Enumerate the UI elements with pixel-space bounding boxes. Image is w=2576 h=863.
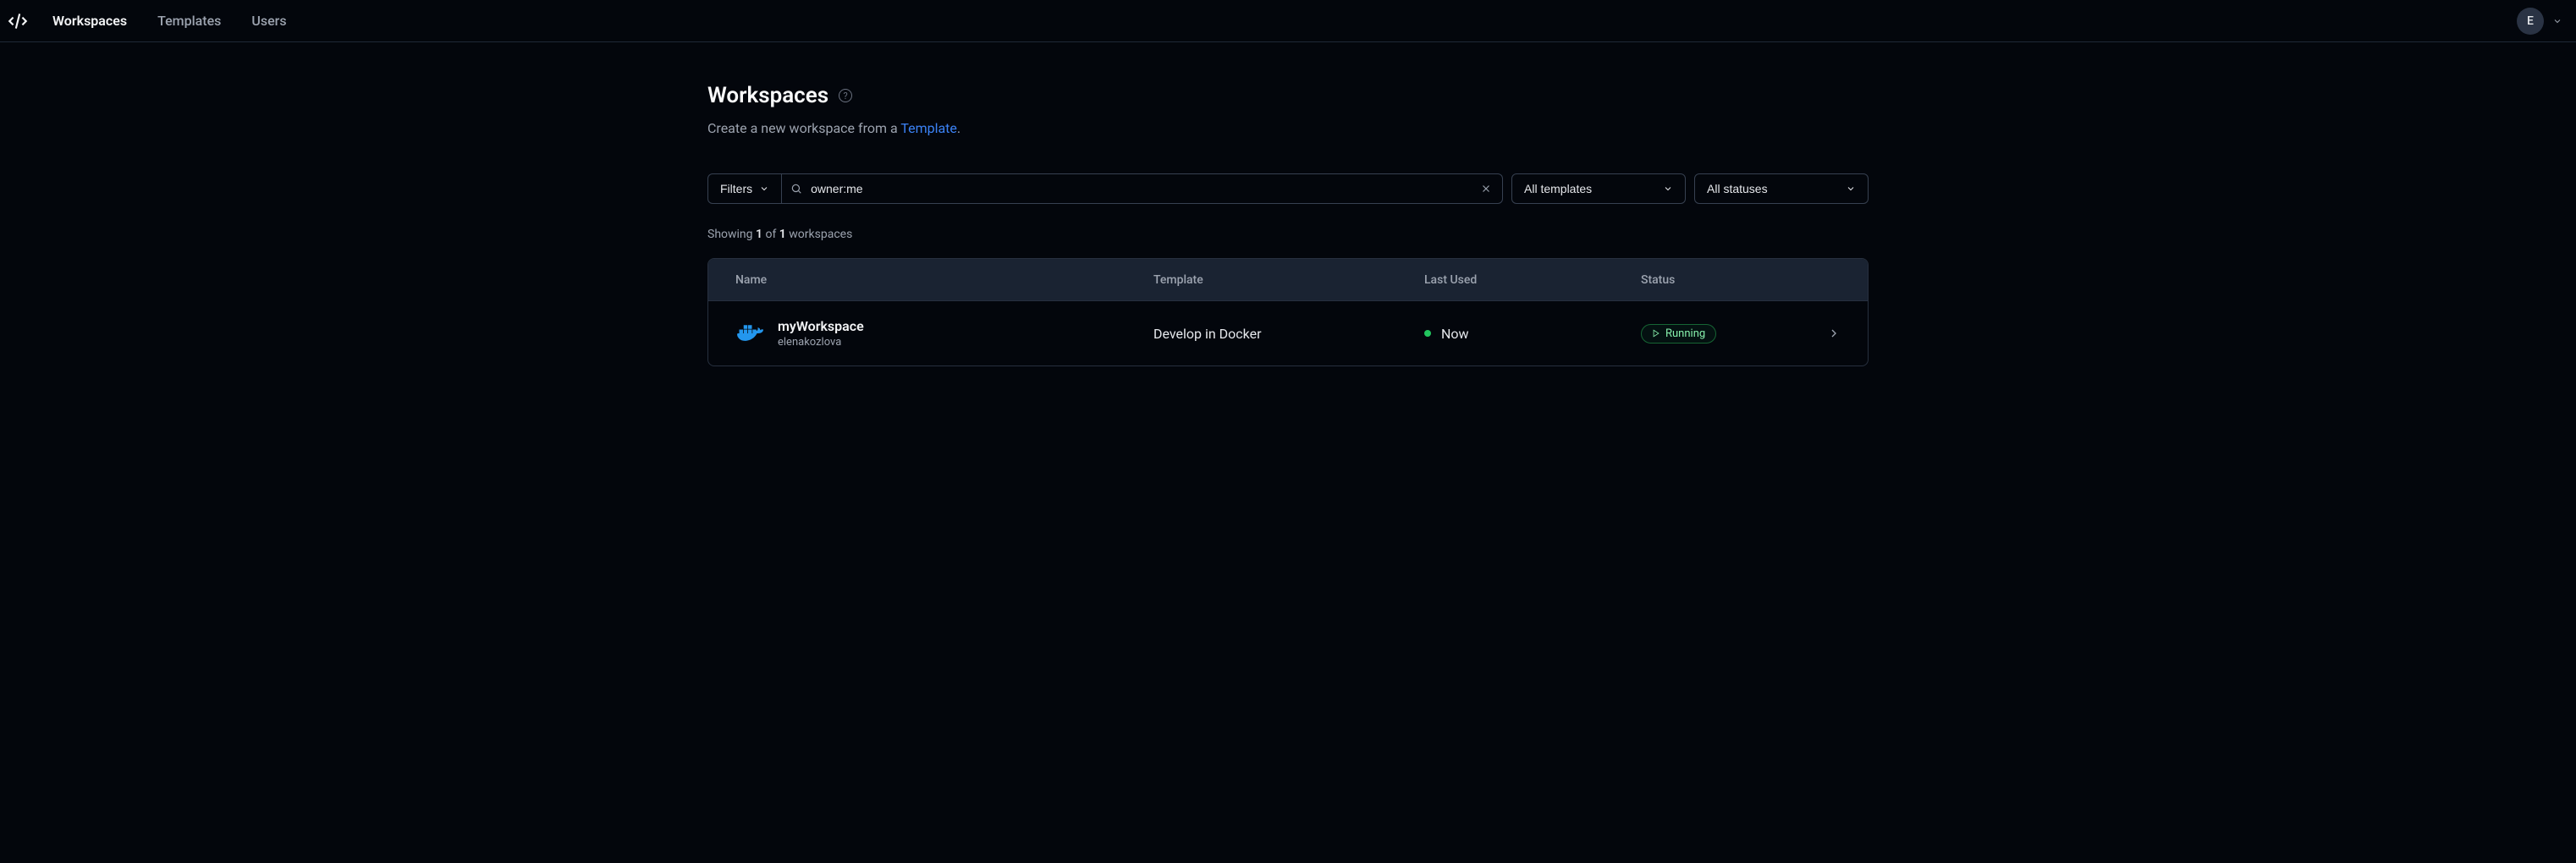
- name-cell: myWorkspace elenakozlova: [735, 318, 1153, 349]
- docker-icon: [735, 318, 766, 349]
- table-row[interactable]: myWorkspace elenakozlova Develop in Dock…: [708, 301, 1868, 366]
- table-header: Name Template Last Used Status: [708, 259, 1868, 301]
- avatar-menu-chevron[interactable]: [2552, 16, 2562, 26]
- activity-dot-icon: [1424, 330, 1431, 337]
- results-count: Showing 1 of 1 workspaces: [707, 228, 1869, 241]
- filter-search-group: Filters: [707, 173, 1503, 204]
- status-label: Running: [1665, 327, 1705, 340]
- page-header: Workspaces ? Create a new workspace from…: [707, 83, 1869, 136]
- play-icon: [1652, 329, 1660, 338]
- nav-link-templates[interactable]: Templates: [157, 13, 221, 29]
- workspace-name-col: myWorkspace elenakozlova: [778, 318, 864, 349]
- app-logo[interactable]: [7, 10, 29, 32]
- page-container: Workspaces ? Create a new workspace from…: [707, 42, 1869, 366]
- col-last-used: Last Used: [1424, 273, 1641, 287]
- template-cell: Develop in Docker: [1153, 326, 1424, 342]
- template-link[interactable]: Template: [900, 120, 957, 136]
- subtitle-prefix: Create a new workspace from a: [707, 120, 900, 136]
- filter-bar: Filters All templates All statuses: [707, 173, 1869, 204]
- close-icon: [1480, 183, 1492, 195]
- count-total: 1: [779, 228, 786, 241]
- filters-button[interactable]: Filters: [707, 173, 782, 204]
- chevron-down-icon: [1663, 184, 1673, 194]
- status-badge: Running: [1641, 324, 1716, 344]
- top-nav: Workspaces Templates Users E: [0, 0, 2576, 42]
- workspace-name: myWorkspace: [778, 318, 864, 334]
- nav-link-users[interactable]: Users: [251, 13, 286, 29]
- page-title: Workspaces: [707, 83, 828, 108]
- count-shown: 1: [756, 228, 762, 241]
- chevron-right-icon: [1827, 327, 1841, 340]
- search-box: [782, 173, 1503, 204]
- chevron-down-icon: [1846, 184, 1856, 194]
- count-prefix: Showing: [707, 228, 756, 241]
- col-template: Template: [1153, 273, 1424, 287]
- template-filter-label: All templates: [1524, 182, 1592, 195]
- last-used-value: Now: [1441, 326, 1469, 342]
- status-filter-label: All statuses: [1707, 182, 1768, 195]
- template-filter-select[interactable]: All templates: [1511, 173, 1686, 204]
- col-status: Status: [1641, 273, 1798, 287]
- status-cell: Running: [1641, 324, 1798, 344]
- count-suffix: workspaces: [786, 228, 853, 241]
- page-title-row: Workspaces ?: [707, 83, 1869, 108]
- nav-links: Workspaces Templates Users: [52, 13, 287, 29]
- col-name: Name: [735, 273, 1153, 287]
- nav-right: E: [2517, 8, 2562, 35]
- search-input[interactable]: [811, 182, 1470, 195]
- filters-label: Filters: [720, 182, 752, 195]
- clear-search-button[interactable]: [1478, 181, 1494, 196]
- nav-left: Workspaces Templates Users: [7, 10, 287, 32]
- status-filter-select[interactable]: All statuses: [1694, 173, 1869, 204]
- row-chevron[interactable]: [1798, 327, 1841, 340]
- help-icon[interactable]: ?: [839, 89, 852, 102]
- nav-link-workspaces[interactable]: Workspaces: [52, 13, 127, 29]
- page-subtitle: Create a new workspace from a Template.: [707, 120, 1869, 136]
- search-icon: [790, 183, 802, 195]
- workspaces-table: Name Template Last Used Status: [707, 258, 1869, 366]
- avatar[interactable]: E: [2517, 8, 2544, 35]
- last-used-cell: Now: [1424, 326, 1641, 342]
- chevron-down-icon: [759, 184, 769, 194]
- count-mid: of: [762, 228, 779, 241]
- workspace-owner: elenakozlova: [778, 336, 864, 349]
- subtitle-suffix: .: [957, 120, 960, 136]
